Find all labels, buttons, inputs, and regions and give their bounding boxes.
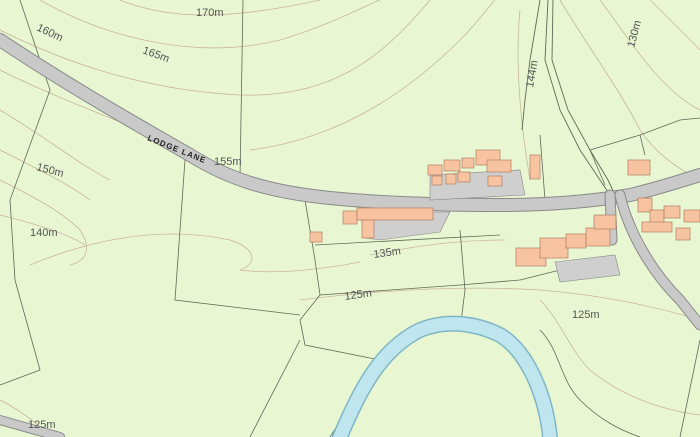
contour-label: 125m (572, 309, 600, 321)
contour-label: 125m (28, 419, 56, 431)
map-canvas[interactable]: LODGE LANE 170m 160m 165m 155m 150m 140m… (0, 0, 700, 437)
contour-label: 170m (196, 7, 224, 19)
contour-label: 140m (30, 227, 58, 239)
contour-label: 155m (214, 156, 242, 168)
